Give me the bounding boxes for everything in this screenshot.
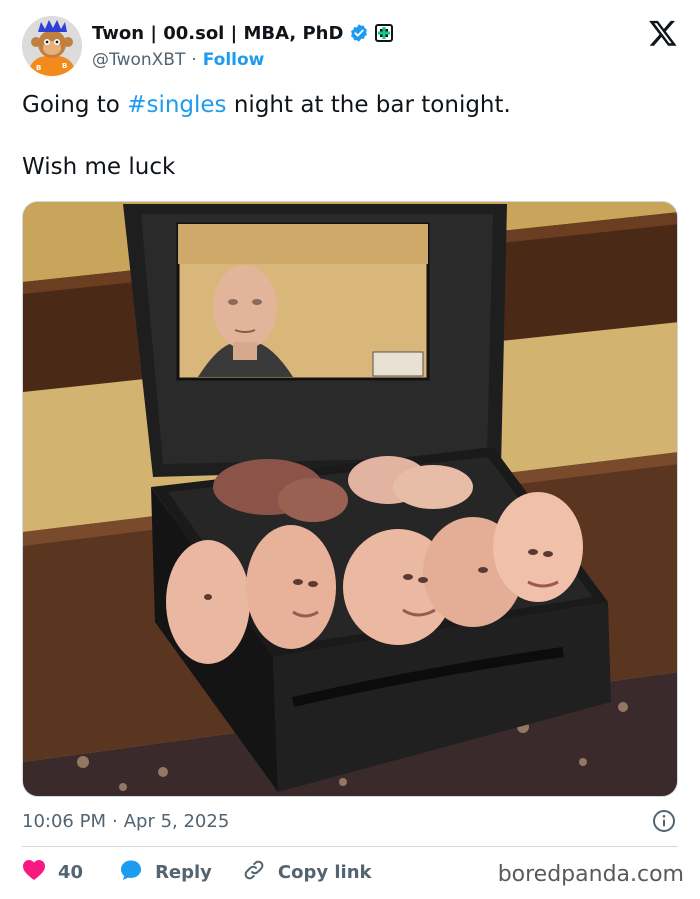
svg-text:B: B <box>36 64 41 72</box>
follow-button[interactable]: Follow <box>203 50 265 70</box>
reply-label: Reply <box>155 861 212 883</box>
svg-text:B: B <box>62 62 67 70</box>
tweet-photo[interactable] <box>22 201 678 797</box>
link-icon <box>242 858 266 887</box>
tweet-text-line-2: Wish me luck <box>22 154 176 180</box>
tweet-text-line-1: Going to #singles night at the bar tonig… <box>22 90 672 120</box>
like-button[interactable]: 40 <box>22 859 83 886</box>
heart-icon <box>22 859 46 886</box>
tweet-text: Going to #singles night at the bar tonig… <box>22 90 672 182</box>
divider <box>22 846 678 847</box>
like-count: 40 <box>58 861 84 883</box>
tweet-actions: 40 Reply Copy link <box>22 858 372 886</box>
verified-badge-icon <box>349 23 369 43</box>
speech-bubble-icon <box>119 858 143 887</box>
tweet-text-suffix: night at the bar tonight. <box>226 92 511 118</box>
handle-separator: · <box>191 50 197 70</box>
x-logo-icon[interactable] <box>648 18 678 48</box>
author-handle-line: @TwonXBT · Follow <box>92 48 264 72</box>
author-name-line: Twon | 00.sol | MBA, PhD <box>92 20 394 46</box>
info-icon[interactable] <box>652 809 676 833</box>
affiliate-badge-icon <box>375 24 394 42</box>
tweet-text-prefix: Going to <box>22 92 128 118</box>
tweet-time: 10:06 PM <box>22 810 106 832</box>
author-handle[interactable]: @TwonXBT <box>92 50 185 70</box>
author-avatar[interactable]: B B <box>22 16 82 76</box>
watermark: boredpanda.com <box>497 862 684 887</box>
hashtag-link[interactable]: #singles <box>127 92 226 118</box>
reply-button[interactable]: Reply <box>119 858 212 887</box>
tweet-timestamp[interactable]: 10:06 PM · Apr 5, 2025 <box>22 807 229 835</box>
author-display-name[interactable]: Twon | 00.sol | MBA, PhD <box>92 23 343 44</box>
timestamp-separator: · <box>111 810 118 832</box>
copy-link-button[interactable]: Copy link <box>242 858 372 887</box>
copy-link-label: Copy link <box>277 861 372 883</box>
tweet-date: Apr 5, 2025 <box>123 810 230 832</box>
